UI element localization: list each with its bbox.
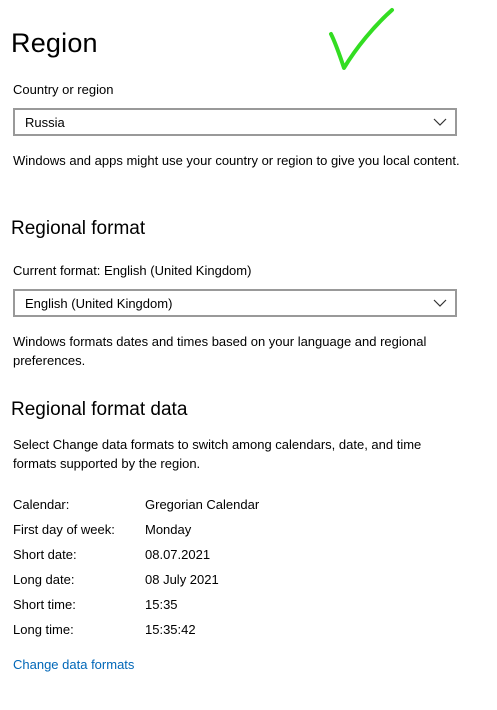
format-key: Long time: (13, 622, 74, 637)
chevron-down-icon (433, 118, 447, 126)
format-row-long-time: Long time: 15:35:42 (13, 620, 433, 645)
regional-format-data-heading: Regional format data (11, 399, 188, 420)
format-key: Short time: (13, 597, 76, 612)
format-value: 08 July 2021 (145, 572, 219, 587)
regional-format-selected-value: English (United Kingdom) (25, 296, 173, 311)
country-dropdown[interactable]: Russia (13, 108, 457, 136)
regional-format-heading: Regional format (11, 218, 146, 239)
country-label: Country or region (13, 82, 114, 97)
format-row-short-date: Short date: 08.07.2021 (13, 545, 433, 570)
chevron-down-icon (433, 299, 447, 307)
format-key: Long date: (13, 572, 75, 587)
format-data-description: Select Change data formats to switch amo… (13, 437, 422, 471)
current-format-label: Current format: English (United Kingdom) (13, 263, 252, 278)
format-row-long-date: Long date: 08 July 2021 (13, 570, 433, 595)
country-selected-value: Russia (25, 115, 65, 130)
format-row-calendar: Calendar: Gregorian Calendar (13, 495, 433, 520)
regional-format-dropdown[interactable]: English (United Kingdom) (13, 289, 457, 317)
format-value: Gregorian Calendar (145, 497, 260, 512)
format-key: Short date: (13, 547, 77, 562)
country-description: Windows and apps might use your country … (13, 153, 460, 168)
format-row-short-time: Short time: 15:35 (13, 595, 433, 620)
change-data-formats-link[interactable]: Change data formats (13, 656, 134, 674)
regional-format-description: Windows formats dates and times based on… (13, 334, 427, 368)
format-row-first-day: First day of week: Monday (13, 520, 433, 545)
page-title: Region (11, 28, 98, 58)
checkmark-icon (329, 8, 394, 70)
format-data-table: Calendar: Gregorian Calendar First day o… (13, 495, 433, 645)
format-key: Calendar: (13, 497, 70, 512)
format-key: First day of week: (13, 522, 115, 537)
format-value: Monday (145, 522, 192, 537)
format-value: 08.07.2021 (145, 547, 211, 562)
region-settings-page: Region Country or region Russia Windows … (0, 0, 497, 710)
format-value: 15:35 (145, 597, 178, 612)
format-value: 15:35:42 (145, 622, 196, 637)
